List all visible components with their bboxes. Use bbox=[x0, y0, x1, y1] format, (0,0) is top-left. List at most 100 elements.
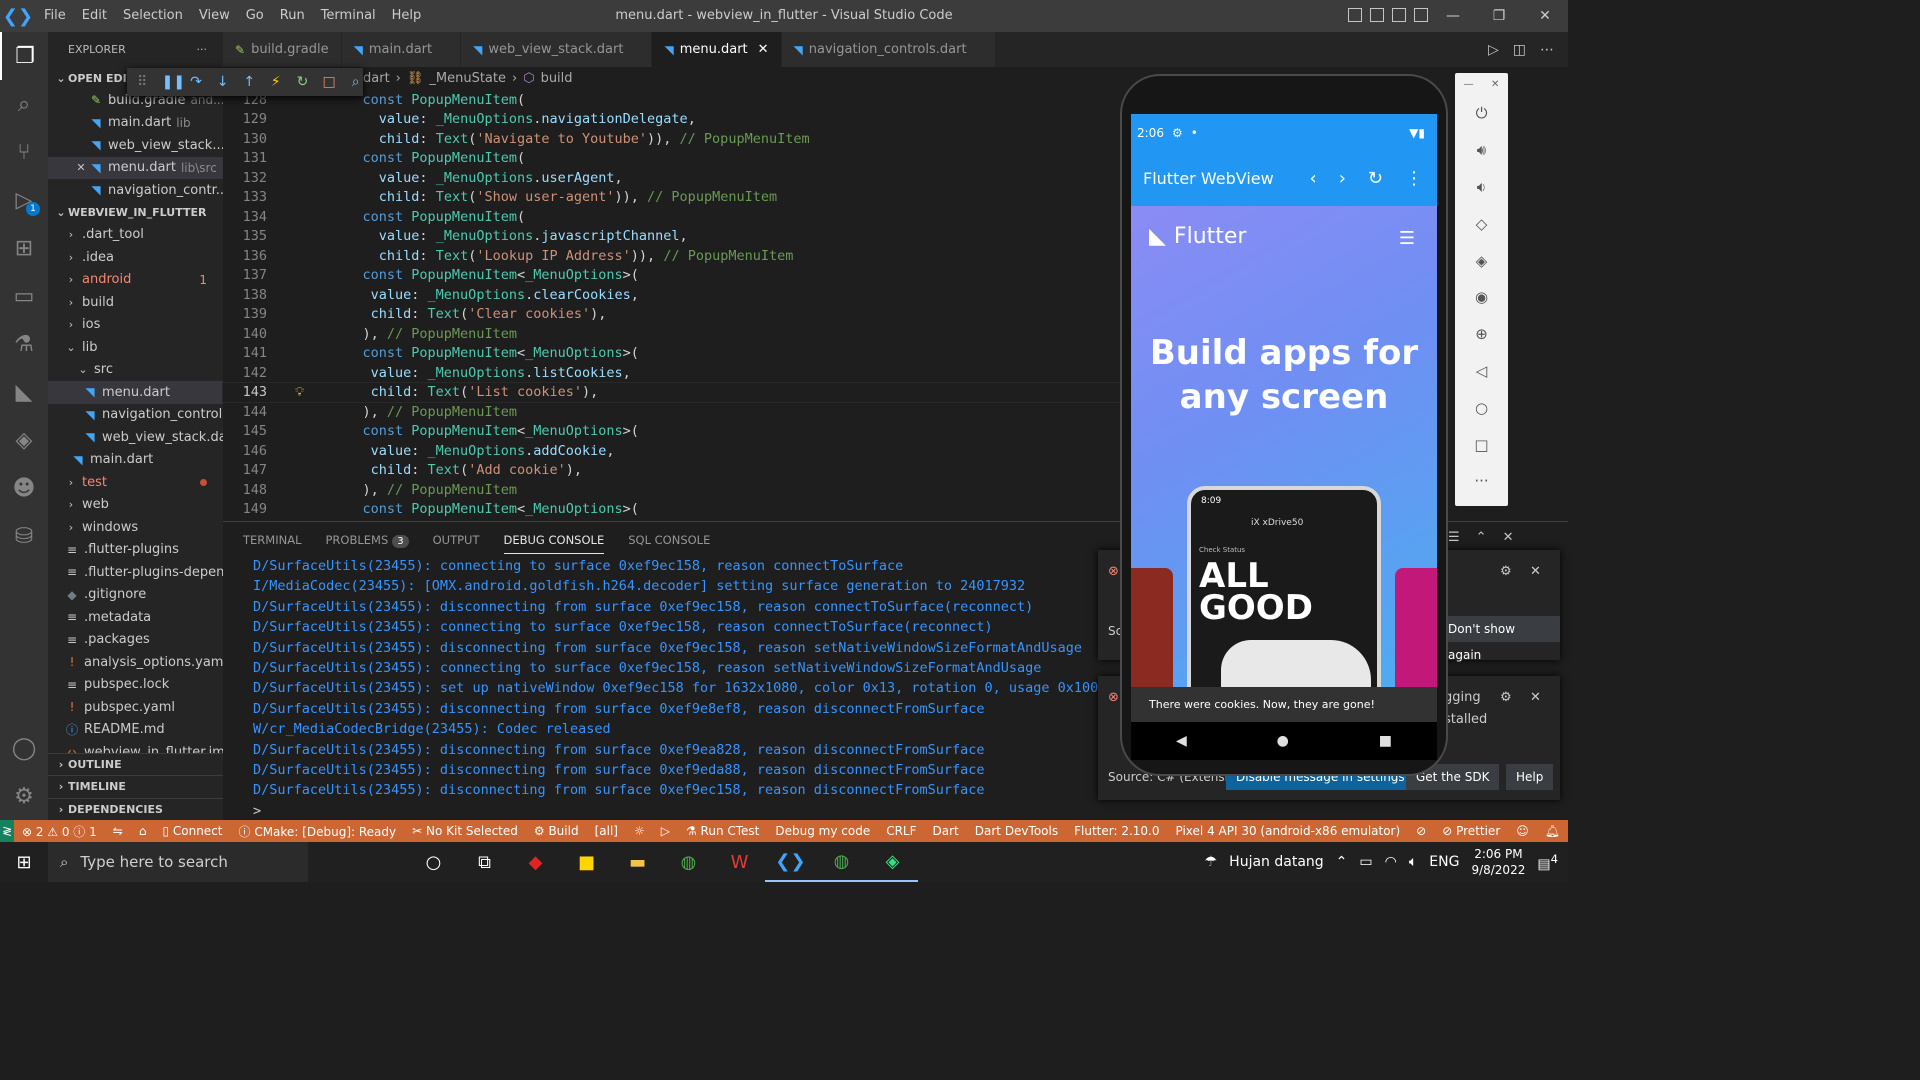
overflow-menu-icon[interactable]: ⋮ bbox=[1405, 168, 1423, 189]
menu-edit[interactable]: Edit bbox=[74, 0, 115, 32]
timeline-section[interactable]: › TIMELINE bbox=[48, 775, 223, 798]
notification-gear-icon[interactable]: ⚙ bbox=[1500, 690, 1512, 705]
tab-output[interactable]: OUTPUT bbox=[433, 533, 480, 547]
tree-file[interactable]: ! pubspec.yaml bbox=[48, 696, 223, 719]
rotate-right-icon[interactable]: ◈ bbox=[1455, 242, 1508, 279]
tree-folder[interactable]: › build bbox=[48, 291, 223, 314]
tree-file[interactable]: ≡ .flutter-plugins bbox=[48, 539, 223, 562]
toggle-sidebar-icon[interactable] bbox=[1348, 8, 1362, 22]
camera-icon[interactable]: ◉ bbox=[1455, 279, 1508, 316]
home-status-icon[interactable]: ⌂ bbox=[131, 824, 155, 838]
notification-gear-icon[interactable]: ⚙ bbox=[1500, 564, 1512, 579]
kit-status[interactable]: ✂ No Kit Selected bbox=[404, 824, 526, 838]
step-over-icon[interactable]: ↷ bbox=[189, 74, 204, 90]
language-status[interactable]: Dart bbox=[925, 824, 967, 838]
testing-icon[interactable]: ⚗ bbox=[0, 320, 48, 368]
stop-icon[interactable]: □ bbox=[322, 74, 337, 90]
breadcrumb-method[interactable]: build bbox=[541, 71, 573, 86]
search-icon[interactable]: ⌕ bbox=[0, 80, 48, 128]
close-editor-icon[interactable]: ✕ bbox=[74, 161, 88, 174]
flutter-icon[interactable]: ◣ bbox=[0, 368, 48, 416]
tree-file[interactable]: ≡ .metadata bbox=[48, 606, 223, 629]
menu-view[interactable]: View bbox=[191, 0, 238, 32]
code-line[interactable]: 144 ), // PopupMenuItem bbox=[223, 402, 1120, 422]
help-button[interactable]: Help bbox=[1506, 764, 1554, 790]
language-indicator[interactable]: ENG bbox=[1429, 854, 1459, 870]
overview-icon[interactable]: □ bbox=[1455, 426, 1508, 463]
toggle-panel-icon[interactable] bbox=[1370, 8, 1384, 22]
toggle-secondary-sidebar-icon[interactable] bbox=[1392, 8, 1406, 22]
run-play-icon[interactable]: ▷ bbox=[653, 824, 678, 838]
customize-layout-icon[interactable] bbox=[1414, 8, 1428, 22]
close-notification-icon[interactable]: ✕ bbox=[1530, 690, 1541, 705]
outline-section[interactable]: › OUTLINE bbox=[48, 752, 223, 776]
notifications-bell-icon[interactable]: 🔔︎ bbox=[1537, 824, 1568, 838]
tree-folder[interactable]: › android 1 bbox=[48, 269, 223, 292]
remote-icon[interactable]: ≷ bbox=[0, 820, 14, 842]
tree-folder[interactable]: › test bbox=[48, 471, 223, 494]
tree-folder[interactable]: ⌄ src bbox=[48, 359, 223, 382]
code-line[interactable]: 145 const PopupMenuItem<_MenuOptions>( bbox=[223, 422, 1120, 442]
forward-arrow-icon[interactable]: › bbox=[1339, 168, 1346, 189]
network-icon[interactable]: ◠ bbox=[1385, 854, 1397, 870]
chrome-icon[interactable]: ◍ bbox=[663, 842, 714, 882]
git-graph-icon[interactable]: ⇋ bbox=[105, 824, 131, 838]
gitlens-icon[interactable]: ☻ bbox=[0, 464, 48, 512]
dependencies-section[interactable]: › DEPENDENCIES bbox=[48, 797, 223, 821]
code-line[interactable]: 147 child: Text('Add cookie'), bbox=[223, 461, 1120, 481]
tree-file[interactable]: ≡ .flutter-plugins-depen... bbox=[48, 561, 223, 584]
code-line[interactable]: 139 child: Text('Clear cookies'), bbox=[223, 305, 1120, 325]
windows-start-icon[interactable]: ⊞ bbox=[0, 842, 48, 882]
code-line[interactable]: 140 ), // PopupMenuItem bbox=[223, 324, 1120, 344]
run-debug-icon[interactable]: ▷ 1 bbox=[0, 176, 48, 224]
tree-folder[interactable]: › .dart_tool bbox=[48, 224, 223, 247]
vscode-taskbar-icon[interactable]: ❮❯ bbox=[765, 842, 816, 882]
source-control-icon[interactable]: ⑂ bbox=[0, 128, 48, 176]
tab-web-view-stack[interactable]: ◥ web_view_stack.dart bbox=[461, 32, 653, 67]
menu-terminal[interactable]: Terminal bbox=[313, 0, 384, 32]
nav-recents-icon[interactable]: ■ bbox=[1379, 733, 1392, 749]
chrome-profile-icon[interactable]: ◍ bbox=[816, 842, 867, 882]
code-line[interactable]: 138 value: _MenuOptions.clearCookies, bbox=[223, 285, 1120, 305]
back-icon[interactable]: ◁ bbox=[1455, 353, 1508, 390]
open-editor-item-active[interactable]: ✕ ◥ menu.dart lib\src bbox=[48, 156, 223, 179]
devtools-search-icon[interactable]: ⌕ bbox=[348, 74, 363, 90]
android-studio-icon[interactable]: ◈ bbox=[867, 842, 918, 882]
code-line[interactable]: 131 const PopupMenuItem( bbox=[223, 149, 1120, 169]
step-into-icon[interactable]: ↓ bbox=[215, 74, 230, 90]
prettier-status[interactable]: ⊘ Prettier bbox=[1434, 824, 1508, 838]
remote-explorer-icon[interactable]: ▭ bbox=[0, 272, 48, 320]
emulator-close-icon[interactable]: ✕ bbox=[1491, 79, 1499, 90]
code-line[interactable]: 141 const PopupMenuItem<_MenuOptions>( bbox=[223, 344, 1120, 364]
eol-status[interactable]: CRLF bbox=[878, 824, 924, 838]
rotate-left-icon[interactable]: ◇ bbox=[1455, 205, 1508, 242]
devtools-status[interactable]: Dart DevTools bbox=[967, 824, 1066, 838]
power-icon[interactable]: ⏻ bbox=[1455, 95, 1508, 132]
tree-file[interactable]: ≡ .packages bbox=[48, 629, 223, 652]
tree-file[interactable]: ⓘ README.md bbox=[48, 719, 223, 742]
restore-icon[interactable]: ❐ bbox=[1476, 0, 1522, 32]
tree-file[interactable]: ◆ .gitignore bbox=[48, 584, 223, 607]
close-notification-icon[interactable]: ✕ bbox=[1530, 564, 1541, 579]
dont-show-again-button[interactable]: Don't show again bbox=[1438, 616, 1560, 662]
minimize-icon[interactable]: — bbox=[1430, 0, 1476, 32]
lightbulb-icon[interactable]: 💡︎ bbox=[295, 385, 304, 400]
action-center-icon[interactable]: ▤4 bbox=[1537, 852, 1558, 873]
app-red-icon[interactable]: ◆ bbox=[510, 842, 561, 882]
code-line[interactable]: 148 ), // PopupMenuItem bbox=[223, 480, 1120, 500]
volume-down-icon[interactable]: 🔉︎ bbox=[1455, 169, 1508, 206]
zoom-icon[interactable]: ⊕ bbox=[1455, 316, 1508, 353]
tab-main-dart[interactable]: ◥ main.dart bbox=[341, 32, 462, 67]
volume-icon[interactable]: 🔈︎ bbox=[1409, 854, 1417, 870]
menu-run[interactable]: Run bbox=[272, 0, 313, 32]
manage-gear-icon[interactable]: ⚙ bbox=[0, 772, 48, 820]
breadcrumb-class[interactable]: _MenuState bbox=[429, 71, 506, 86]
filter-lines-icon[interactable]: ☰ bbox=[1448, 530, 1460, 545]
device-status[interactable]: Pixel 4 API 30 (android-x86 emulator) bbox=[1168, 824, 1409, 838]
tree-file[interactable]: ◥ main.dart bbox=[48, 449, 223, 472]
reload-icon[interactable]: ↻ bbox=[1368, 168, 1383, 189]
task-view-icon[interactable]: ⧉ bbox=[459, 842, 510, 882]
tree-folder[interactable]: › windows bbox=[48, 516, 223, 539]
code-line[interactable]: 137 const PopupMenuItem<_MenuOptions>( bbox=[223, 266, 1120, 286]
split-editor-icon[interactable]: ◫ bbox=[1513, 42, 1526, 58]
